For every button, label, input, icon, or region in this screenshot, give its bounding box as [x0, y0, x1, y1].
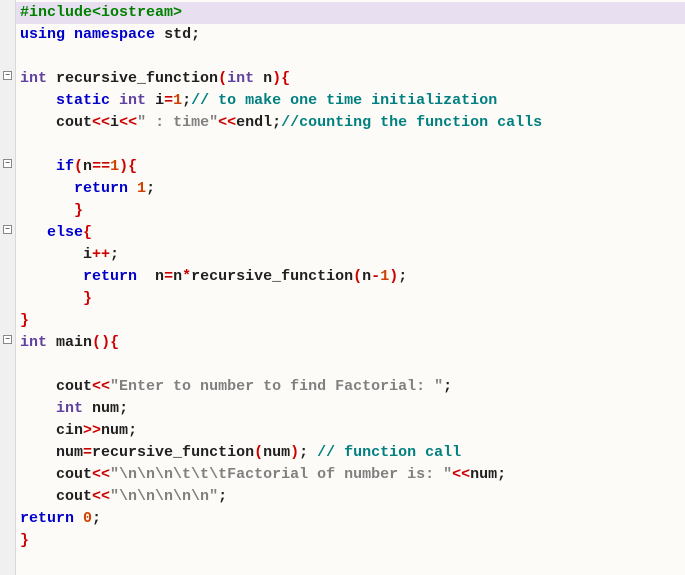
code-line: int recursive_function(int n){: [20, 68, 685, 90]
code-line: i++;: [20, 244, 685, 266]
code-line: using namespace std;: [20, 24, 685, 46]
fold-icon[interactable]: −: [3, 159, 12, 168]
code-line: cout<<"\n\n\n\t\t\tFactorial of number i…: [20, 464, 685, 486]
code-line: int main(){: [20, 332, 685, 354]
code-line: }: [20, 530, 685, 552]
preprocessor: #include<iostream>: [20, 4, 182, 21]
code-line: cout<<"\n\n\n\n\n";: [20, 486, 685, 508]
code-line: [20, 354, 685, 376]
code-line: if(n==1){: [20, 156, 685, 178]
code-line: [20, 46, 685, 68]
code-line: else{: [20, 222, 685, 244]
fold-gutter: − − − −: [0, 0, 16, 575]
code-line: cout<<"Enter to number to find Factorial…: [20, 376, 685, 398]
code-line: [20, 134, 685, 156]
code-line: return n=n*recursive_function(n-1);: [20, 266, 685, 288]
code-editor[interactable]: #include<iostream> using namespace std; …: [0, 0, 685, 552]
code-line: return 1;: [20, 178, 685, 200]
code-line: }: [20, 200, 685, 222]
code-line: cin>>num;: [20, 420, 685, 442]
code-line: }: [20, 288, 685, 310]
code-line: cout<<i<<" : time"<<endl;//counting the …: [20, 112, 685, 134]
fold-icon[interactable]: −: [3, 335, 12, 344]
code-line: #include<iostream>: [0, 2, 685, 24]
code-line: int num;: [20, 398, 685, 420]
fold-icon[interactable]: −: [3, 71, 12, 80]
code-line: }: [20, 310, 685, 332]
code-line: return 0;: [20, 508, 685, 530]
code-line: static int i=1;// to make one time initi…: [20, 90, 685, 112]
code-line: num=recursive_function(num); // function…: [20, 442, 685, 464]
fold-icon[interactable]: −: [3, 225, 12, 234]
